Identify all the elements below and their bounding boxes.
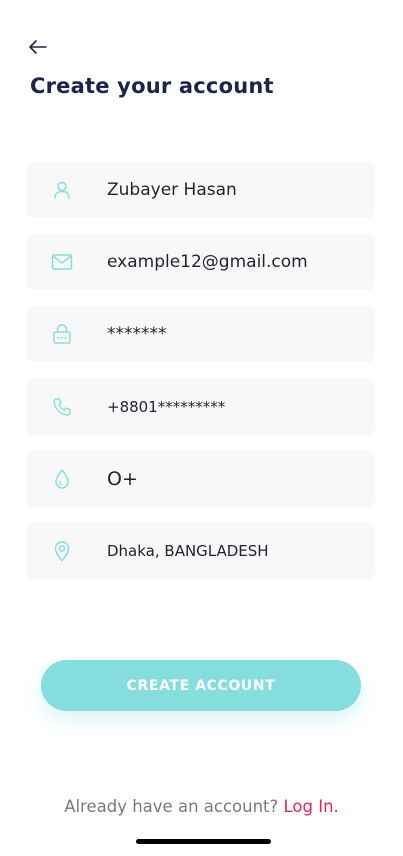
location-value: Dhaka, BANGLADESH [107,542,269,560]
page-title: Create your account [30,74,274,98]
drop-icon [51,468,73,490]
email-field[interactable]: example12@gmail.com [27,234,375,290]
password-field[interactable]: ******* [27,306,375,362]
mail-icon [51,251,73,273]
phone-value: +8801********* [107,398,226,416]
arrow-left-icon [29,40,47,54]
full-name-field[interactable]: Zubayer Hasan [27,162,375,218]
sign-up-screen: Create your account Zubayer Hasan exampl… [0,0,403,856]
user-icon [51,179,73,201]
login-prompt-text: Already have an account? [64,797,279,816]
full-name-value: Zubayer Hasan [107,180,237,200]
login-prompt: Already have an account? Log In. [0,797,403,816]
lock-icon [51,323,73,345]
phone-icon [51,396,73,418]
create-account-label: CREATE ACCOUNT [126,677,276,694]
login-link[interactable]: Log In. [284,797,339,816]
home-indicator [136,839,271,844]
back-button[interactable] [26,36,50,58]
password-value: ******* [107,324,167,344]
location-field[interactable]: Dhaka, BANGLADESH [27,523,375,579]
create-account-button[interactable]: CREATE ACCOUNT [41,660,361,711]
blood-group-value: O+ [107,468,138,490]
blood-group-field[interactable]: O+ [27,451,375,507]
location-pin-icon [51,540,73,562]
email-value: example12@gmail.com [107,252,308,272]
phone-field[interactable]: +8801********* [27,379,375,435]
